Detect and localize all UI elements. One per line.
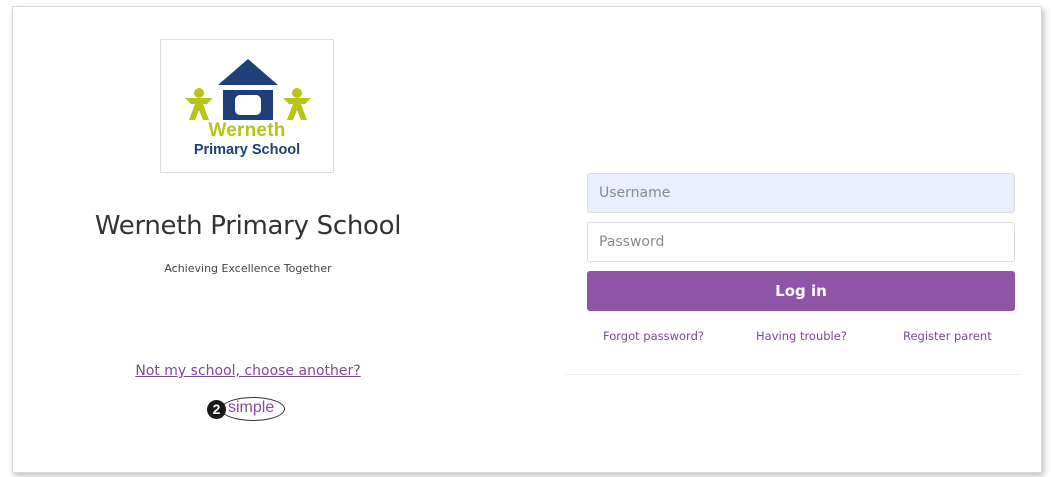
having-trouble-link[interactable]: Having trouble?: [756, 329, 847, 343]
2simple-logo: 2 simple: [206, 395, 290, 423]
password-input[interactable]: [587, 222, 1015, 262]
login-card: Werneth Primary School Werneth Primary S…: [12, 6, 1042, 473]
school-name-heading: Werneth Primary School: [94, 211, 402, 241]
username-input[interactable]: [587, 173, 1015, 213]
help-links: Forgot password? Having trouble? Registe…: [587, 329, 1015, 349]
login-form: Log in Forgot password? Having trouble? …: [565, 171, 1021, 375]
brand-word: simple: [228, 399, 275, 416]
register-parent-link[interactable]: Register parent: [903, 329, 992, 343]
log-in-button[interactable]: Log in: [587, 271, 1015, 311]
school-motto: Achieving Excellence Together: [164, 262, 332, 275]
logo-text-primary-school: Primary School: [193, 142, 301, 158]
logo-text-werneth: Werneth: [208, 120, 286, 141]
choose-another-school-link[interactable]: Not my school, choose another?: [53, 363, 443, 379]
brand-number-circle: 2: [207, 400, 226, 419]
school-logo: Werneth Primary School: [160, 39, 334, 173]
forgot-password-link[interactable]: Forgot password?: [603, 329, 704, 343]
